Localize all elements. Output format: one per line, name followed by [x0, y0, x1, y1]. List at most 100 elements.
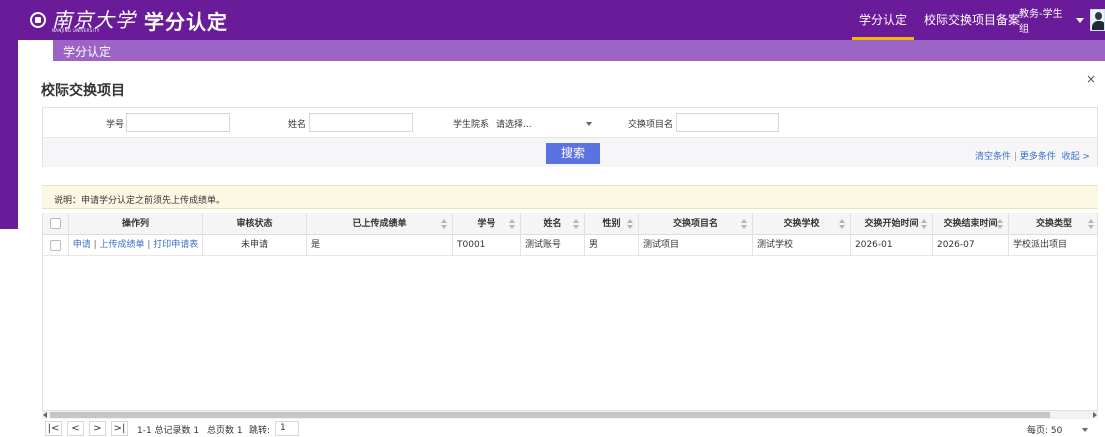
col-header-school-label: 交换学校	[783, 219, 820, 229]
cell-end-time: 2026-07	[933, 235, 1009, 256]
row-operations: 申请 | 上传成绩单 | 打印申请表	[69, 235, 203, 256]
table-row: 申请 | 上传成绩单 | 打印申请表 未申请 是 T0001 测试账号 男 测试…	[43, 235, 1097, 256]
op-separator: |	[144, 240, 154, 250]
cell-start-time: 2026-01	[851, 235, 933, 256]
sort-icon[interactable]	[627, 219, 633, 229]
record-count: 1-1 总记录数 1	[137, 426, 200, 436]
col-header-name[interactable]: 姓名	[521, 213, 585, 235]
close-icon[interactable]: ×	[1086, 72, 1096, 86]
name-input[interactable]	[309, 113, 413, 132]
tab-credit-recognition[interactable]: 学分认定	[63, 43, 111, 60]
student-id-input[interactable]	[126, 113, 230, 132]
select-all-cell	[43, 213, 69, 235]
scroll-right-icon[interactable]	[1093, 412, 1097, 418]
page-count: 总页数 1	[207, 426, 243, 436]
cell-name: 测试账号	[521, 235, 585, 256]
col-header-end-time-label: 交换结束时间	[943, 219, 998, 229]
col-header-type-label: 交换类型	[1035, 219, 1072, 229]
col-header-operations: 操作列	[69, 213, 203, 235]
scrollbar-thumb[interactable]	[50, 412, 1050, 418]
upload-transcript-link[interactable]: 上传成绩单	[99, 240, 144, 250]
sort-icon[interactable]	[1088, 219, 1094, 229]
chevron-down-icon[interactable]	[1082, 428, 1088, 432]
logo-english-name: NANJING UNIVERSITY	[52, 28, 100, 33]
cell-project: 测试项目	[639, 235, 753, 256]
apply-link[interactable]: 申请	[73, 240, 91, 250]
notice-text: 说明：申请学分认定之前须先上传成绩单。	[54, 196, 226, 206]
university-seal-icon	[30, 12, 46, 28]
last-page-button[interactable]: >|	[111, 421, 128, 436]
horizontal-scrollbar[interactable]	[42, 411, 1098, 419]
col-header-end-time[interactable]: 交换结束时间	[933, 213, 1009, 235]
next-page-button[interactable]: >	[89, 421, 106, 436]
prev-page-button[interactable]: <	[67, 421, 84, 436]
name-label: 姓名	[288, 120, 307, 130]
col-header-project-label: 交换项目名	[672, 219, 718, 229]
project-name-label: 交换项目名	[628, 120, 674, 130]
top-header: 南京大学 NANJING UNIVERSITY 学分认定 学分认定 校际交换项目…	[0, 0, 1105, 40]
row-checkbox[interactable]	[50, 240, 61, 251]
more-conditions-link[interactable]: 更多条件	[1020, 152, 1056, 162]
filter-actions: 搜索 清空条件 | 更多条件 收起 >	[43, 137, 1097, 167]
jump-page-input[interactable]: 1	[275, 421, 299, 436]
sort-icon[interactable]	[839, 219, 845, 229]
sort-icon[interactable]	[441, 219, 447, 229]
col-header-gender[interactable]: 性别	[585, 213, 639, 235]
row-select-cell	[43, 235, 69, 256]
first-page-button[interactable]: |<	[45, 421, 62, 436]
link-separator: |	[1013, 152, 1017, 162]
collapse-link[interactable]: 收起 >	[1062, 152, 1090, 162]
print-application-link[interactable]: 打印申请表	[153, 240, 198, 250]
sort-icon[interactable]	[997, 219, 1003, 229]
chevron-down-icon	[586, 122, 592, 126]
col-header-uploaded[interactable]: 已上传成绩单	[307, 213, 453, 235]
pagination-bar: |< < > >| 1-1 总记录数 1 总页数 1 跳转: 1 每页: 50	[42, 420, 1098, 437]
system-title: 学分认定	[144, 9, 228, 34]
col-header-type[interactable]: 交换类型	[1009, 213, 1097, 235]
col-header-student-id-label: 学号	[477, 219, 496, 229]
col-header-status: 审核状态	[203, 213, 307, 235]
per-page-select[interactable]: 每页: 50	[1027, 423, 1062, 436]
cell-uploaded: 是	[307, 235, 453, 256]
cell-school: 测试学校	[753, 235, 851, 256]
sort-icon[interactable]	[741, 219, 747, 229]
filter-links: 清空条件 | 更多条件 收起 >	[975, 149, 1090, 162]
col-header-uploaded-label: 已上传成绩单	[352, 219, 407, 229]
student-id-label: 学号	[106, 120, 125, 130]
tab-bar: 学分认定	[53, 40, 1105, 61]
nav-exchange-project-filing[interactable]: 校际交换项目备案	[924, 0, 1020, 40]
nav-credit-recognition[interactable]: 学分认定	[852, 0, 914, 40]
filter-form: 学号 姓名 学生院系 请选择... 交换项目名 搜索 清空条件 | 更多条件 收…	[42, 107, 1098, 167]
user-name: 教务-学生组	[1019, 9, 1063, 35]
sort-icon[interactable]	[573, 219, 579, 229]
logo-chinese-name: 南京大学	[52, 8, 136, 32]
sort-icon[interactable]	[921, 219, 927, 229]
col-header-project[interactable]: 交换项目名	[639, 213, 753, 235]
col-header-student-id[interactable]: 学号	[453, 213, 521, 235]
department-select-value: 请选择...	[496, 120, 532, 130]
notice-bar: 说明：申请学分认定之前须先上传成绩单。	[42, 185, 1098, 209]
cell-student-id: T0001	[453, 235, 521, 256]
col-header-start-time-label: 交换开始时间	[864, 219, 919, 229]
col-header-name-label: 姓名	[543, 219, 562, 229]
col-header-school[interactable]: 交换学校	[753, 213, 851, 235]
col-header-start-time[interactable]: 交换开始时间	[851, 213, 933, 235]
cell-status: 未申请	[203, 235, 307, 256]
side-strip	[0, 40, 18, 229]
department-label: 学生院系	[453, 120, 490, 130]
select-all-checkbox[interactable]	[50, 218, 61, 229]
col-header-gender-label: 性别	[602, 219, 621, 229]
grid-header: 操作列 审核状态 已上传成绩单 学号 姓名 性别 交换项目名 交换学校 交换开始…	[43, 213, 1097, 235]
cell-gender: 男	[585, 235, 639, 256]
user-menu[interactable]: 教务-学生组	[1019, 0, 1105, 40]
cell-type: 学校派出项目	[1013, 240, 1068, 250]
chevron-down-icon	[1075, 17, 1084, 23]
search-button[interactable]: 搜索	[546, 143, 600, 164]
university-logo[interactable]: 南京大学 NANJING UNIVERSITY 学分认定	[30, 5, 228, 35]
project-name-input[interactable]	[676, 113, 779, 132]
jump-label: 跳转:	[249, 426, 271, 436]
avatar	[1089, 9, 1105, 31]
sort-icon[interactable]	[509, 219, 515, 229]
clear-conditions-link[interactable]: 清空条件	[975, 152, 1011, 162]
scroll-left-icon[interactable]	[43, 412, 47, 418]
